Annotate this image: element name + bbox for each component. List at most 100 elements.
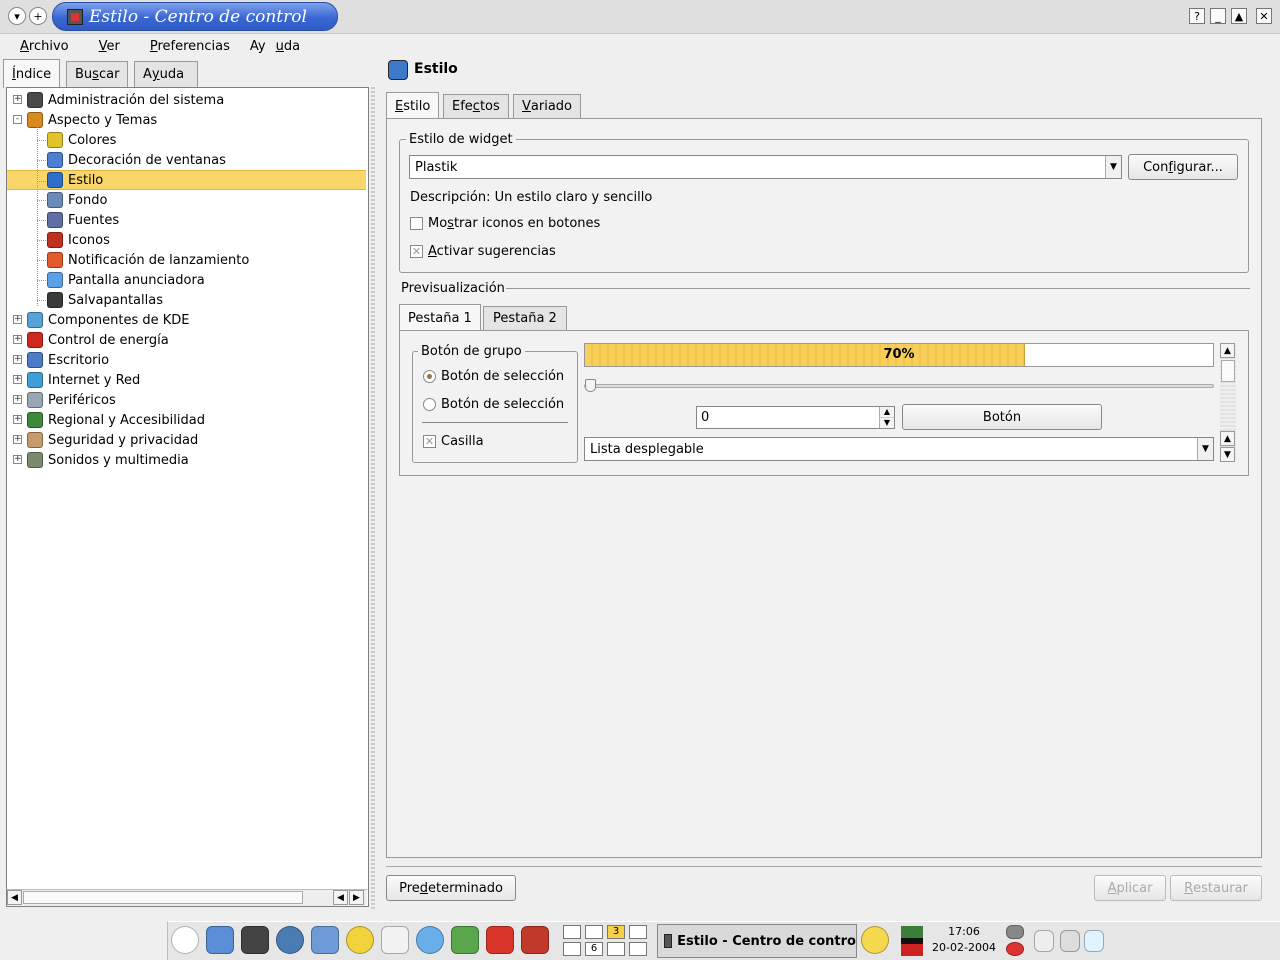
tab-ayuda[interactable]: Ay uda	[134, 61, 198, 87]
apply-button[interactable]: Aplicar	[1094, 875, 1166, 901]
desktop-2[interactable]	[585, 925, 603, 939]
bug-icon[interactable]	[521, 926, 549, 954]
expand-icon[interactable]: +	[13, 415, 22, 424]
tab-buscar[interactable]: Bu s car	[66, 61, 129, 87]
preview-radio-2-label[interactable]: Botón de selección	[441, 397, 564, 412]
tree-item[interactable]: + Administración del sistema	[7, 90, 366, 110]
tree-item[interactable]: + Control de energía	[7, 330, 366, 350]
defaults-button[interactable]: Pre d eterminado	[386, 875, 516, 901]
preview-vscrollbar[interactable]: ▲ ▲ ▼	[1220, 343, 1236, 462]
module-tree[interactable]: + Administración del sistema - Aspecto y Te…	[6, 87, 369, 907]
desktop-7[interactable]	[607, 942, 625, 956]
tree-item[interactable]: + Escritorio	[7, 350, 366, 370]
scroll-left-icon[interactable]: ◀	[7, 890, 22, 905]
kmail-icon[interactable]	[381, 926, 409, 954]
preview-tab-1[interactable]: Pestaña 1	[399, 304, 481, 331]
expand-icon[interactable]: +	[13, 315, 22, 324]
window-titlebar[interactable]: ▾ + Estilo - Centro de control ? _ ▲ ✕	[0, 0, 1280, 34]
preview-slider-handle[interactable]	[585, 379, 596, 392]
help-icon[interactable]: ?	[1189, 8, 1205, 24]
tooltips-checkbox[interactable]: ✕	[410, 245, 423, 258]
tree-item[interactable]: Decoración de ventanas	[7, 150, 366, 170]
konqueror-icon[interactable]	[206, 926, 234, 954]
expand-icon[interactable]: +	[13, 395, 22, 404]
tree-item[interactable]: + Componentes de KDE	[7, 310, 366, 330]
desktop-5[interactable]	[563, 942, 581, 956]
spin-up-icon[interactable]: ▲	[879, 407, 894, 418]
tree-item[interactable]: Notificación de lanzamiento	[7, 250, 366, 270]
preview-checkbox[interactable]: ✕	[423, 435, 436, 448]
kstars-icon[interactable]	[451, 926, 479, 954]
expand-icon[interactable]: +	[13, 335, 22, 344]
vscroll-down-icon[interactable]: ▼	[1220, 447, 1235, 462]
tab-estilo[interactable]: Estilo	[386, 92, 440, 119]
vscroll-thumb[interactable]	[1221, 360, 1235, 382]
tree-item[interactable]: + Sonidos y multimedia	[7, 450, 366, 470]
menu-preferencias[interactable]: Preferencias	[140, 39, 240, 54]
desktop-6[interactable]: 6	[585, 942, 603, 956]
tree-hscrollbar[interactable]: ◀ ◀ ▶	[7, 889, 367, 906]
tree-item[interactable]: Estilo	[7, 170, 366, 190]
scroll-right-icon[interactable]: ▶	[349, 890, 364, 905]
configure-button[interactable]: Con f igurar...	[1128, 154, 1238, 180]
expand-icon[interactable]: +	[13, 455, 22, 464]
screen-icon[interactable]	[1084, 930, 1104, 952]
style-combo[interactable]: Plastik ▼	[409, 155, 1122, 179]
tooltips-label[interactable]: Activar sugerencias	[428, 244, 556, 259]
show-icons-label[interactable]: Mostrar iconos en botones	[428, 216, 600, 231]
games-icon[interactable]	[486, 926, 514, 954]
preview-checkbox-label[interactable]: Casilla	[441, 434, 484, 449]
smiley-icon[interactable]	[861, 926, 889, 954]
preview-combo-arrow-icon[interactable]: ▼	[1197, 438, 1213, 460]
clock[interactable]: 17:06 20-02-2004	[928, 924, 1000, 958]
preview-radio-1[interactable]	[423, 370, 436, 383]
maximize-icon[interactable]: ▲	[1231, 8, 1247, 24]
preview-tab-2[interactable]: Pestaña 2	[483, 306, 567, 330]
taskbar-window-button[interactable]: Estilo - Centro de contro	[657, 924, 857, 958]
tree-item[interactable]: Colores	[7, 130, 366, 150]
terminal-icon[interactable]	[241, 926, 269, 954]
tab-efectos[interactable]: Efe c tos	[443, 94, 509, 118]
show-icons-checkbox[interactable]	[410, 217, 423, 230]
tree-item[interactable]: - Aspecto y Temas	[7, 110, 366, 130]
spin-down-icon[interactable]: ▼	[879, 418, 894, 428]
network-icon[interactable]	[416, 926, 444, 954]
clipboard-icon[interactable]	[1006, 925, 1024, 939]
tree-item[interactable]: + Seguridad y privacidad	[7, 430, 366, 450]
desktop-3[interactable]: 3	[607, 925, 625, 939]
menu-archivo[interactable]: Archivo	[10, 39, 79, 54]
reset-button[interactable]: Restaurar	[1170, 875, 1262, 901]
search-icon[interactable]	[1060, 930, 1080, 952]
klipper-icon[interactable]	[1034, 930, 1054, 952]
preview-slider-track[interactable]	[584, 384, 1214, 388]
preview-radio-2[interactable]	[423, 398, 436, 411]
tree-item[interactable]: + Periféricos	[7, 390, 366, 410]
close-icon[interactable]: ✕	[1256, 8, 1272, 24]
kde-menu-icon[interactable]	[171, 926, 199, 954]
expand-icon[interactable]: +	[13, 435, 22, 444]
preview-radio-1-label[interactable]: Botón de selección	[441, 369, 564, 384]
minimize-icon[interactable]: _	[1210, 8, 1226, 24]
combo-arrow-icon[interactable]: ▼	[1105, 156, 1121, 178]
tree-item[interactable]: Fuentes	[7, 210, 366, 230]
vscroll-up-icon[interactable]: ▲	[1220, 343, 1235, 358]
lock-icon[interactable]	[1006, 942, 1024, 956]
desktop-icon[interactable]	[311, 926, 339, 954]
preview-spinbox[interactable]: 0 ▲ ▼	[696, 406, 895, 429]
desktop-8[interactable]	[629, 942, 647, 956]
tab-variado[interactable]: Variado	[513, 94, 582, 118]
scroll-thumb[interactable]	[23, 891, 303, 904]
vscroll-up2-icon[interactable]: ▲	[1220, 431, 1235, 446]
menu-ver[interactable]: Ver	[89, 39, 130, 54]
preview-button[interactable]: Botón	[902, 404, 1102, 430]
desktop-4[interactable]	[629, 925, 647, 939]
collapse-icon[interactable]: -	[13, 115, 22, 124]
tree-item[interactable]: Pantalla anunciadora	[7, 270, 366, 290]
preview-combo[interactable]: Lista desplegable ▼	[584, 437, 1214, 461]
expand-icon[interactable]: +	[13, 355, 22, 364]
tree-item[interactable]: Fondo	[7, 190, 366, 210]
tree-item[interactable]: Salvapantallas	[7, 290, 366, 310]
sticky-icon[interactable]: +	[29, 7, 47, 25]
desktop-1[interactable]	[563, 925, 581, 939]
scroll-left2-icon[interactable]: ◀	[333, 890, 348, 905]
